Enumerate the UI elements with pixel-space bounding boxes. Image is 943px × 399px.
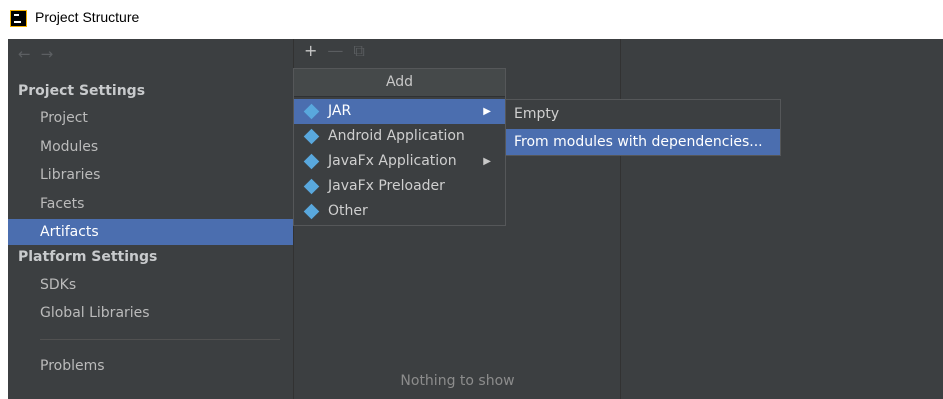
menu-item-jar[interactable]: JAR ▶ (294, 99, 505, 124)
menu-item-label: Android Application (328, 128, 465, 144)
menu-item-javafx-application[interactable]: JavaFx Application ▶ (294, 149, 505, 174)
sidebar-item-facets[interactable]: Facets (8, 191, 293, 217)
copy-icon[interactable]: ⧉ (353, 41, 364, 61)
details-panel (620, 39, 943, 399)
sidebar: ←→ Project Settings Project Modules Libr… (8, 39, 293, 399)
sidebar-divider (40, 339, 280, 340)
add-icon[interactable]: + (304, 41, 317, 60)
menu-item-javafx-preloader[interactable]: JavaFx Preloader (294, 174, 505, 199)
sidebar-item-problems[interactable]: Problems (8, 353, 293, 379)
artifact-icon (303, 128, 320, 145)
artifact-icon (303, 153, 320, 170)
title-bar: Project Structure (0, 0, 943, 39)
menu-item-label: JavaFx Application (328, 153, 457, 169)
remove-icon[interactable]: — (327, 41, 343, 60)
sidebar-item-modules[interactable]: Modules (8, 134, 293, 160)
window-title: Project Structure (35, 9, 140, 25)
sidebar-item-libraries[interactable]: Libraries (8, 162, 293, 188)
submenu-item-from-modules[interactable]: From modules with dependencies... (506, 129, 780, 155)
popup-title: Add (294, 69, 505, 97)
nav-arrows: ←→ (18, 45, 63, 63)
back-arrow-icon[interactable]: ← (18, 45, 41, 63)
submenu-arrow-icon: ▶ (483, 156, 491, 167)
intellij-app-icon (10, 10, 27, 27)
menu-item-label: Other (328, 203, 368, 219)
jar-submenu: Empty From modules with dependencies... (505, 99, 781, 156)
sidebar-item-artifacts[interactable]: Artifacts (8, 219, 293, 245)
empty-state-text: Nothing to show (400, 373, 515, 389)
submenu-arrow-icon: ▶ (483, 106, 491, 117)
sidebar-item-global-libraries[interactable]: Global Libraries (8, 300, 293, 326)
artifact-icon (303, 178, 320, 195)
platform-settings-header: Platform Settings (18, 249, 158, 265)
menu-item-label: JavaFx Preloader (328, 178, 445, 194)
menu-item-other[interactable]: Other (294, 199, 505, 224)
add-artifact-popup: Add JAR ▶ Android Application JavaFx App… (293, 68, 506, 226)
artifacts-toolbar: + — ⧉ (304, 41, 375, 63)
submenu-item-empty[interactable]: Empty (506, 101, 780, 127)
artifact-icon (303, 103, 320, 120)
menu-item-android-application[interactable]: Android Application (294, 124, 505, 149)
artifact-icon (303, 203, 320, 220)
forward-arrow-icon[interactable]: → (41, 45, 64, 63)
menu-item-label: JAR (328, 103, 352, 119)
sidebar-item-sdks[interactable]: SDKs (8, 272, 293, 298)
sidebar-item-project[interactable]: Project (8, 105, 293, 131)
project-settings-header: Project Settings (18, 83, 146, 99)
